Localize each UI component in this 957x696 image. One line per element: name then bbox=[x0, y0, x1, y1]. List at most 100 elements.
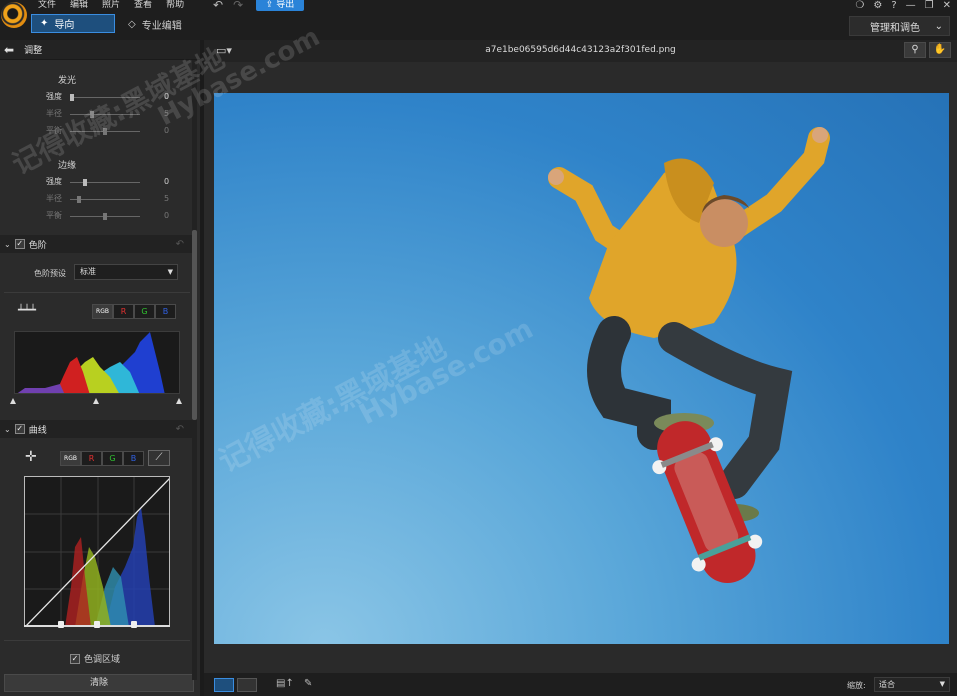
undo-redo: ↶↷ bbox=[213, 0, 253, 11]
glow-slider-label: 强度 bbox=[46, 92, 62, 101]
glow-slider-label: 半径 bbox=[46, 109, 62, 118]
histo-purple bbox=[17, 384, 65, 393]
menu-file[interactable]: 文件 bbox=[38, 0, 56, 12]
reset-icon[interactable]: ↶ bbox=[176, 239, 184, 250]
curves-channel-r[interactable]: R bbox=[81, 451, 102, 466]
chevron-down-icon[interactable]: ⌄ bbox=[4, 240, 11, 249]
curves-checkbox[interactable]: ✓ bbox=[14, 424, 25, 434]
curve-handle[interactable] bbox=[57, 621, 64, 628]
minimize-icon[interactable]: — bbox=[906, 0, 916, 11]
tab-guide-label: 导向 bbox=[54, 20, 75, 31]
zoom-dropdown[interactable]: 适合 ▼ bbox=[874, 677, 950, 692]
menu-photo[interactable]: 照片 bbox=[102, 0, 120, 12]
tab-pro-edit[interactable]: ◇ 专业编辑 bbox=[128, 15, 182, 33]
chevron-down-icon: ⌄ bbox=[934, 20, 943, 32]
curve-mode-icon[interactable]: ⟋ bbox=[148, 450, 170, 466]
settings-icon[interactable]: ⚙ bbox=[873, 0, 882, 11]
histogram-graph bbox=[17, 332, 165, 393]
levels-channel-g[interactable]: G bbox=[134, 304, 155, 319]
levels-handle[interactable] bbox=[93, 398, 99, 404]
levels-handle[interactable] bbox=[176, 398, 182, 404]
levels-channel-rgb[interactable]: RGB bbox=[92, 304, 113, 319]
curves-title: 曲线 bbox=[28, 425, 47, 436]
glow-slider-value: 0 bbox=[164, 126, 170, 135]
glow-slider-value: 5 bbox=[164, 109, 170, 118]
chevron-down-icon[interactable]: ⌄ bbox=[4, 425, 11, 434]
levels-channel-b[interactable]: B bbox=[155, 304, 176, 319]
tone-region-checkbox[interactable]: ✓ bbox=[70, 653, 80, 664]
glow-slider-track[interactable] bbox=[70, 114, 140, 115]
hoodie bbox=[589, 165, 737, 338]
tone-region-row[interactable]: ✓ 色调区域 bbox=[70, 652, 120, 665]
levels-handle[interactable] bbox=[10, 398, 16, 404]
compare-view-icon[interactable] bbox=[237, 678, 257, 692]
curves-channel-b[interactable]: B bbox=[123, 451, 144, 466]
triangle-down-icon: ▼ bbox=[167, 268, 173, 276]
curves-channel-g[interactable]: G bbox=[102, 451, 123, 466]
glow-slider-handle[interactable] bbox=[89, 111, 94, 118]
menu-edit[interactable]: 编辑 bbox=[70, 0, 88, 12]
account-icon[interactable]: ❍ bbox=[855, 0, 864, 11]
manage-label: 管理和调色 bbox=[870, 22, 920, 34]
panel-header: ⬅ 调整 bbox=[0, 40, 200, 60]
edge-slider-label: 半径 bbox=[46, 194, 62, 203]
scrollbar-thumb[interactable] bbox=[192, 230, 197, 420]
edge-slider-row: 平衡 0 bbox=[0, 211, 190, 221]
app-logo bbox=[1, 2, 27, 28]
glow-slider-handle[interactable] bbox=[70, 94, 74, 101]
levels-title: 色阶 bbox=[28, 240, 47, 251]
levels-header[interactable]: ⌄ ✓ 色阶 ↶ bbox=[0, 235, 192, 253]
export-label: 导出 bbox=[276, 0, 295, 10]
levels-preset-dropdown[interactable]: 标准 ▼ bbox=[74, 264, 178, 280]
layers-icon: ◇ bbox=[128, 18, 136, 30]
curve-handle[interactable] bbox=[130, 621, 137, 628]
edge-slider-label: 强度 bbox=[46, 177, 62, 186]
image-viewer bbox=[204, 62, 957, 673]
curves-header[interactable]: ⌄ ✓ 曲线 ↶ bbox=[0, 420, 192, 438]
menu-view[interactable]: 查看 bbox=[134, 0, 152, 12]
skateboarder-photo bbox=[548, 127, 830, 584]
levels-preset-value: 标准 bbox=[80, 267, 96, 276]
zoom-tool-icon[interactable]: ⚲ bbox=[904, 42, 926, 58]
curves-channel-buttons: RGB R G B bbox=[60, 451, 144, 466]
single-view-icon[interactable] bbox=[214, 678, 234, 692]
edge-slider-handle[interactable] bbox=[103, 213, 107, 220]
edge-slider-row: 半径 5 bbox=[0, 194, 190, 204]
viewer-bottom-bar: ▤↑ ✎ 缩放: 适合 ▼ bbox=[204, 673, 957, 696]
levels-handles bbox=[10, 398, 185, 406]
redo-icon[interactable]: ↷ bbox=[233, 0, 253, 12]
curves-channel-rgb[interactable]: RGB bbox=[60, 451, 81, 466]
glow-slider-row: 平衡 0 bbox=[0, 126, 190, 136]
levels-channel-r[interactable]: R bbox=[113, 304, 134, 319]
move-point-icon[interactable]: ✛ bbox=[25, 449, 37, 465]
photo-canvas[interactable] bbox=[214, 93, 949, 644]
maximize-icon[interactable]: ❐ bbox=[925, 0, 934, 11]
glow-slider-track[interactable] bbox=[70, 97, 140, 98]
close-icon[interactable]: ✕ bbox=[943, 0, 951, 11]
edge-slider-track[interactable] bbox=[70, 182, 140, 183]
curves-graph[interactable] bbox=[24, 476, 170, 626]
tone-region-label: 色调区域 bbox=[84, 655, 121, 665]
glow-slider-handle[interactable] bbox=[103, 128, 107, 135]
reset-icon[interactable]: ↶ bbox=[176, 424, 184, 435]
edge-slider-handle[interactable] bbox=[83, 179, 88, 186]
glow-slider-label: 平衡 bbox=[46, 126, 62, 135]
panel-scrollbar[interactable] bbox=[192, 60, 197, 680]
clear-button[interactable]: 清除 bbox=[4, 674, 194, 692]
tab-guide[interactable]: ✦ 导向 bbox=[31, 14, 115, 33]
ruler-icon[interactable]: ┷┷┷ bbox=[18, 305, 36, 316]
edge-slider-handle[interactable] bbox=[76, 196, 81, 203]
manage-dropdown[interactable]: 管理和调色 ⌄ bbox=[849, 16, 950, 36]
left-hand bbox=[548, 169, 564, 185]
curve-handle[interactable] bbox=[94, 621, 100, 628]
back-arrow-icon[interactable]: ⬅ bbox=[4, 43, 14, 57]
compare-split-icon[interactable]: ▤↑ bbox=[276, 678, 294, 689]
help-icon[interactable]: ? bbox=[891, 0, 896, 11]
menu-help[interactable]: 帮助 bbox=[166, 0, 184, 12]
levels-checkbox[interactable]: ✓ bbox=[14, 239, 25, 249]
export-button[interactable]: ⇪ 导出 bbox=[256, 0, 304, 11]
hand-tool-icon[interactable]: ✋ bbox=[929, 42, 951, 58]
undo-icon[interactable]: ↶ bbox=[213, 0, 233, 12]
eyedropper-icon[interactable]: ✎ bbox=[304, 678, 312, 689]
edge-slider-value: 0 bbox=[164, 211, 170, 220]
